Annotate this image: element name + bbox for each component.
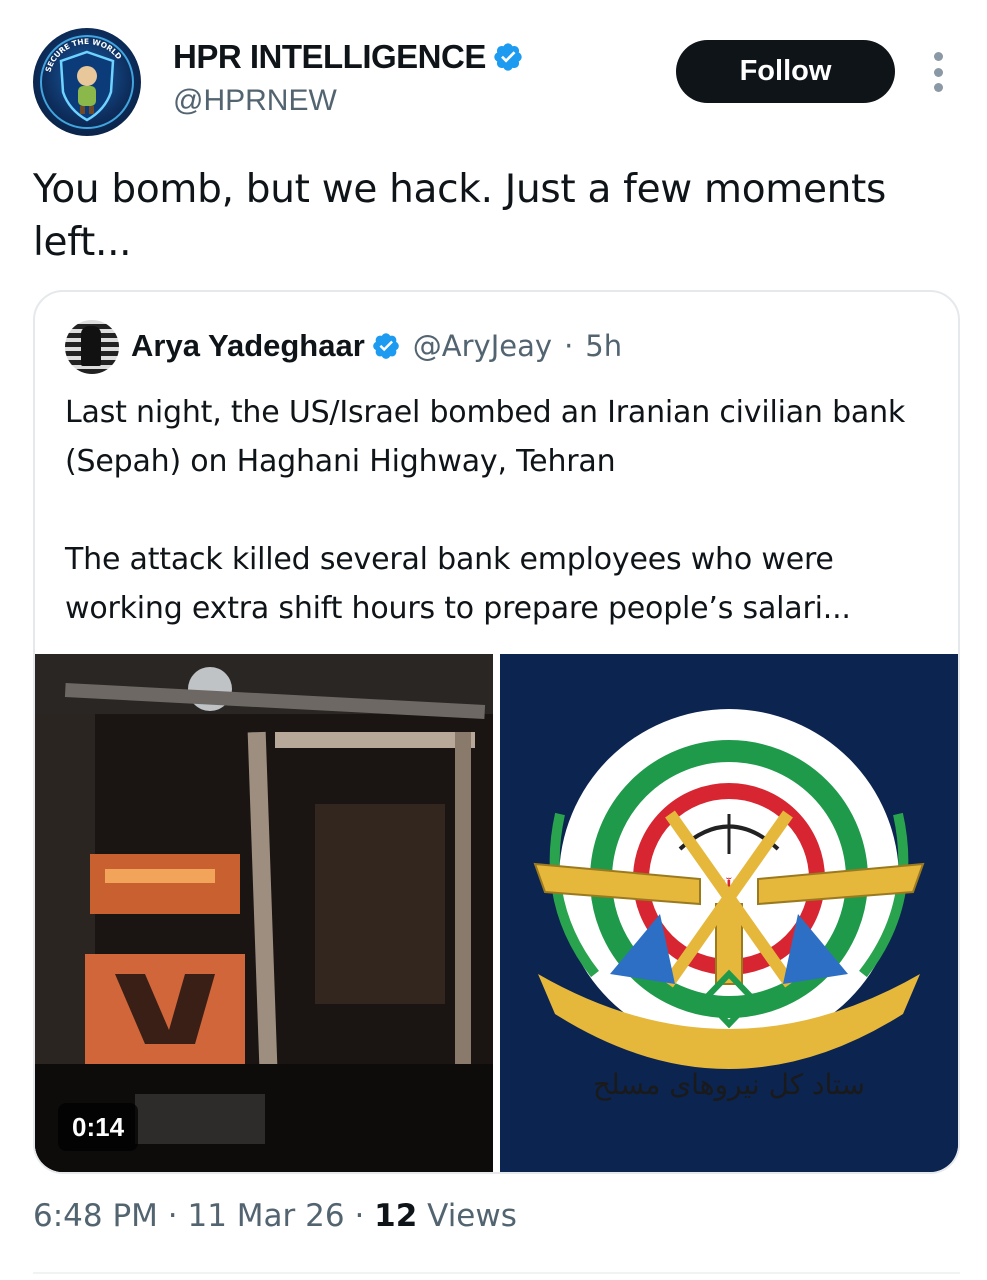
quoted-tweet-card[interactable]: Arya Yadeghaar @AryJeay · 5h Last night,… [33,290,960,1174]
author-avatar[interactable]: SECURE THE WORLD [33,28,141,136]
author-display-name[interactable]: HPR INTELLIGENCE [173,38,486,76]
quoted-tweet-text: Last night, the US/Israel bombed an Iran… [65,395,906,626]
quoted-display-name[interactable]: Arya Yadeghaar [131,328,365,364]
quoted-separator: · [564,329,574,363]
views-label[interactable]: Views [427,1198,517,1234]
follow-button[interactable]: Follow [676,40,895,103]
author-name-row[interactable]: HPR INTELLIGENCE [173,38,524,76]
views-count[interactable]: 12 [374,1198,417,1234]
emblem-image[interactable]: ☫ ستاد کل نیروهای مسلح [500,654,958,1172]
divider [33,1272,960,1274]
tweet-metadata: 6:48 PM · 11 Mar 26 · 12 Views [33,1198,517,1234]
tweet-text: You bomb, but we hack. Just a few moment… [33,167,887,265]
video-thumbnail[interactable]: 0:14 [35,654,493,1172]
meta-separator: · [167,1198,178,1234]
quoted-handle[interactable]: @AryJeay [413,329,552,363]
verified-badge-icon [371,331,401,361]
video-duration-badge: 0:14 [58,1103,139,1151]
quoted-author-avatar[interactable] [65,320,119,374]
shield-avatar-icon: SECURE THE WORLD [40,35,134,129]
more-options-icon[interactable] [926,52,950,92]
tweet-date[interactable]: 11 Mar 26 [188,1198,345,1234]
verified-badge-icon [492,41,524,73]
quoted-timestamp[interactable]: 5h [585,329,622,363]
meta-separator: · [354,1198,365,1234]
armed-forces-emblem-icon: ☫ ستاد کل نیروهای مسلح [500,654,958,1172]
tweet-time[interactable]: 6:48 PM [33,1198,158,1234]
quoted-author-row[interactable]: Arya Yadeghaar @AryJeay · 5h [131,328,622,364]
bombed-building-image [35,654,493,1172]
emblem-caption: ستاد کل نیروهای مسلح [593,1068,865,1101]
author-handle[interactable]: @HPRNEW [173,84,337,118]
media-grid: 0:14 ☫ [35,654,958,1172]
tweet-header: SECURE THE WORLD HPR INTELLIGENCE @HPRNE… [0,0,987,150]
